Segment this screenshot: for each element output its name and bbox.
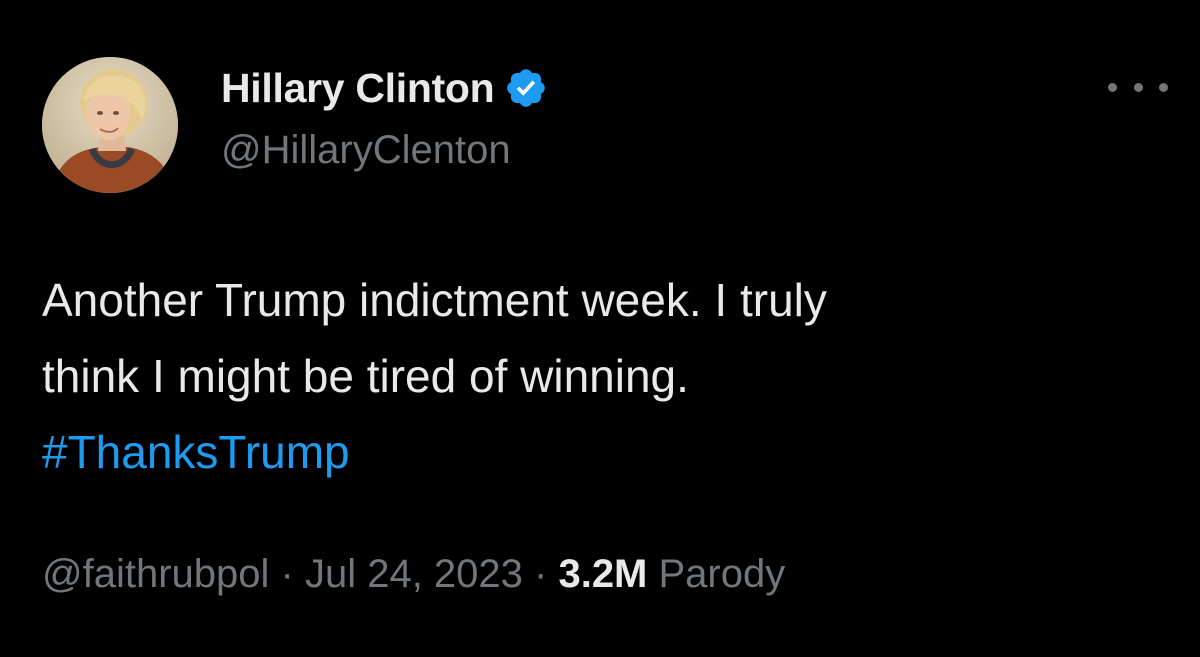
more-dot	[1133, 82, 1143, 92]
tweet-card: Hillary Clinton @HillaryClenton Another …	[0, 0, 1200, 657]
views-count[interactable]: 3.2M	[558, 552, 647, 596]
verified-badge-icon[interactable]	[504, 66, 548, 110]
tweet-text-line: Another Trump indictment week. I truly	[42, 274, 827, 326]
author-handle[interactable]: @HillaryClenton	[221, 128, 511, 173]
tweet-text: Another Trump indictment week. I truly t…	[42, 262, 1162, 490]
more-dot	[1108, 82, 1117, 92]
tweet-text-line: think I might be tired of winning.	[42, 350, 689, 402]
more-dot	[1159, 82, 1168, 92]
tweet-meta-row: @faithrubpol · Jul 24, 2023 · 3.2M Parod…	[42, 552, 785, 597]
meta-separator: ·	[522, 552, 559, 596]
tweet-date[interactable]: Jul 24, 2023	[305, 552, 523, 596]
hashtag-link[interactable]: #ThanksTrump	[42, 414, 1162, 490]
more-options-icon[interactable]	[1108, 72, 1168, 102]
author-display-name[interactable]: Hillary Clinton	[221, 65, 495, 112]
parody-label: Parody	[647, 552, 786, 596]
avatar[interactable]	[42, 57, 178, 193]
author-name-row: Hillary Clinton	[221, 62, 548, 114]
avatar-image	[42, 57, 178, 193]
source-handle[interactable]: @faithrubpol	[42, 552, 269, 596]
meta-separator: ·	[269, 552, 305, 596]
